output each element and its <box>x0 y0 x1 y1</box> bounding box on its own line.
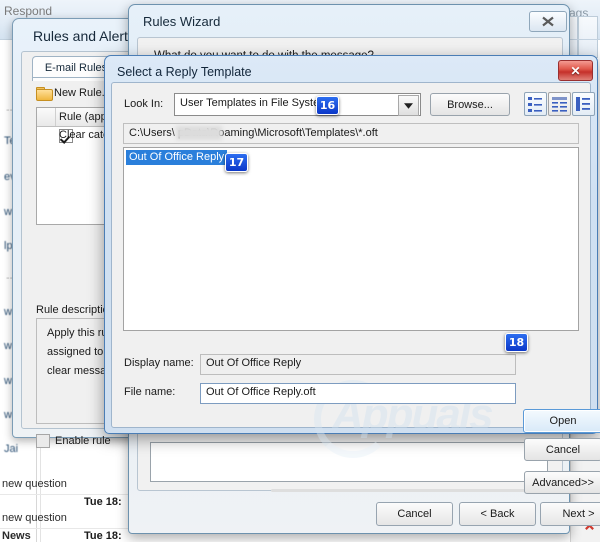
close-icon[interactable]: ✕ <box>558 60 593 81</box>
rules-and-alerts-title: Rules and Alerts <box>33 28 135 44</box>
path-bar: C:\Users\ pData\Roaming\Microsoft\Templa… <box>123 123 579 144</box>
folder-icon <box>36 87 53 101</box>
callout-badge-17: 17 <box>225 153 248 172</box>
next-button[interactable]: Next > <box>540 502 600 526</box>
rules-grid-header-separator <box>55 108 56 126</box>
rules-grid-header-label: Rule (app <box>59 111 107 123</box>
open-button[interactable]: Open <box>523 409 600 433</box>
cancel-button[interactable]: Cancel <box>524 438 600 461</box>
callout-badge-16: 16 <box>316 96 339 115</box>
file-name-value: Out Of Office Reply.oft <box>206 386 316 398</box>
enable-rule-label: Enable rule <box>55 435 111 447</box>
look-in-combo[interactable]: User Templates in File System <box>174 93 421 116</box>
file-name-field[interactable]: Out Of Office Reply.oft <box>200 383 516 404</box>
mail-row-date: Tue 18: <box>84 530 122 542</box>
advanced-button[interactable]: Advanced>> <box>524 471 600 494</box>
mail-row-subject[interactable]: News <box>2 530 31 542</box>
rules-wizard-edit-box[interactable] <box>150 442 548 482</box>
mail-row-subject[interactable]: new question <box>2 478 67 490</box>
cancel-button[interactable]: Cancel <box>376 502 453 526</box>
file-name-label: File name: <box>124 386 176 398</box>
rule-name-label: Clear cate <box>59 129 110 141</box>
callout-badge-18: 18 <box>505 333 528 352</box>
mail-fragment: Jai <box>4 443 19 455</box>
look-in-label: Look In: <box>124 98 164 110</box>
chevron-down-icon[interactable] <box>398 95 419 116</box>
display-name-value: Out Of Office Reply <box>206 357 302 369</box>
browse-button[interactable]: Browse... <box>430 93 510 116</box>
rules-wizard-title: Rules Wizard <box>143 14 221 29</box>
mail-row-date: Tue 18: <box>84 496 122 508</box>
new-rule-label: New Rule... <box>54 87 111 99</box>
ribbon-group-respond: Respond <box>4 4 53 18</box>
rule-description-line: assigned to a <box>47 346 113 358</box>
display-name-label: Display name: <box>124 357 194 369</box>
list-view-icon[interactable] <box>524 92 547 116</box>
enable-rule-checkbox-row[interactable]: Enable rule <box>36 434 111 448</box>
redacted-username <box>176 126 222 140</box>
file-list-item[interactable]: Out Of Office Reply <box>126 150 228 165</box>
dialog-title: Select a Reply Template <box>117 65 252 79</box>
display-name-field[interactable]: Out Of Office Reply <box>200 354 516 375</box>
look-in-value: User Templates in File System <box>180 97 329 109</box>
tree-view-icon[interactable] <box>572 92 595 116</box>
rule-description-line: clear messag <box>47 365 113 377</box>
close-icon[interactable] <box>529 11 567 32</box>
path-text: C:\Users\ pData\Roaming\Microsoft\Templa… <box>129 127 378 139</box>
ribbon-button-c[interactable] <box>578 16 598 58</box>
enable-rule-checkbox[interactable] <box>36 434 50 448</box>
mail-row-subject[interactable]: new question <box>2 512 67 524</box>
back-button[interactable]: < Back <box>459 502 536 526</box>
select-reply-template-dialog[interactable]: Select a Reply Template ✕ Look In: User … <box>104 55 600 494</box>
rule-description-line: Apply this rul <box>47 327 110 339</box>
dialog-body: Look In: User Templates in File System B… <box>111 82 600 494</box>
details-view-icon[interactable] <box>548 92 571 116</box>
file-list[interactable]: Out Of Office Reply Appuals Expert Tech … <box>123 147 579 458</box>
